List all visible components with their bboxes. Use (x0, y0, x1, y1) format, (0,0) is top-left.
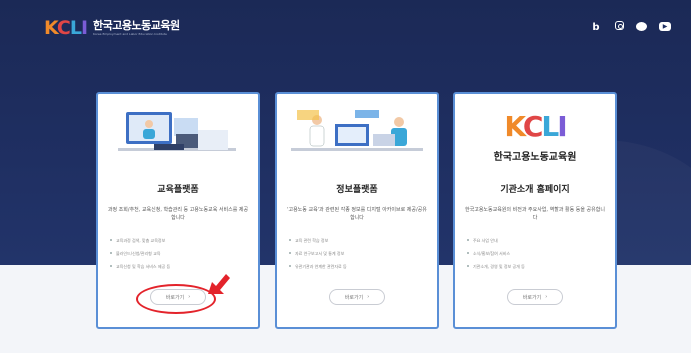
card-title: 교육플랫폼 (157, 185, 199, 195)
logo-mark: KCLI (44, 17, 88, 39)
kcli-logo-name: 한국고용노동교육원 (493, 152, 577, 163)
pointer-arrow-icon (208, 274, 230, 294)
card-feature-list: 교육 관련 학습 정보 자료 연구보고서 및 통계 정보 유관기관과 연계한 관… (289, 234, 429, 273)
card-institution-homepage[interactable]: KCLI 한국고용노동교육원 기관소개 홈페이지 한국고용노동교육원의 비전과 … (453, 92, 617, 329)
card-information-platform[interactable]: 정보플랫폼 '고용노동 교육'과 관련된 각종 정보를 디지털 아카이브로 제공… (275, 92, 439, 329)
list-item: 유관기관과 연계한 관련자료 등 (289, 260, 429, 273)
logo-name: 한국고용노동교육원 (93, 18, 180, 32)
card-description: 과정 조회/추천, 교육신청, 학습관리 등 고용노동교육 서비스를 제공합니다 (107, 207, 249, 221)
card-feature-list: 주요 사업 안내 소식/홍보/참여 서비스 기관소개, 경영 및 정보 공개 등 (467, 234, 607, 273)
kcli-logo: KCLI (504, 110, 567, 143)
list-item: 주요 사업 안내 (467, 234, 607, 247)
blog-icon[interactable]: b (589, 20, 603, 34)
card-feature-list: 교육과정 검색, 맞춤 교육정보 블라인드/신청/관리형 교육 교육신청 및 학… (110, 234, 250, 273)
site-logo[interactable]: KCLI 한국고용노동교육원 Korea Employment and Labo… (44, 18, 180, 38)
card-title: 정보플랫폼 (336, 185, 378, 195)
list-item: 기관소개, 경영 및 정보 공개 등 (467, 260, 607, 273)
logo-subtitle: Korea Employment and Labor Education Ins… (93, 31, 167, 36)
information-go-button[interactable]: 바로가기 › (329, 289, 385, 305)
social-links: b ▶ (589, 20, 671, 34)
highlight-oval (136, 284, 216, 314)
card-description: '고용노동 교육'과 관련된 각종 정보를 디지털 아카이브로 제공/공유합니다 (287, 207, 427, 221)
list-item: 소식/홍보/참여 서비스 (467, 247, 607, 260)
instagram-icon[interactable] (615, 21, 624, 30)
youtube-icon[interactable]: ▶ (659, 22, 671, 31)
education-illustration (118, 112, 236, 151)
list-item: 블라인드/신청/관리형 교육 (110, 247, 250, 260)
information-illustration (291, 110, 423, 151)
list-item: 교육 관련 학습 정보 (289, 234, 429, 247)
site-header: KCLI 한국고용노동교육원 Korea Employment and Labo… (0, 0, 691, 60)
list-item: 자료 연구보고서 및 통계 정보 (289, 247, 429, 260)
chat-icon[interactable] (636, 22, 647, 31)
card-description: 한국고용노동교육원의 비전과 주요사업, 역할과 활동 등을 공유합니다 (465, 207, 605, 221)
card-title: 기관소개 홈페이지 (500, 185, 570, 195)
chevron-right-icon: › (545, 294, 548, 300)
list-item: 교육과정 검색, 맞춤 교육정보 (110, 234, 250, 247)
homepage-go-button[interactable]: 바로가기 › (507, 289, 563, 305)
chevron-right-icon: › (367, 294, 370, 300)
